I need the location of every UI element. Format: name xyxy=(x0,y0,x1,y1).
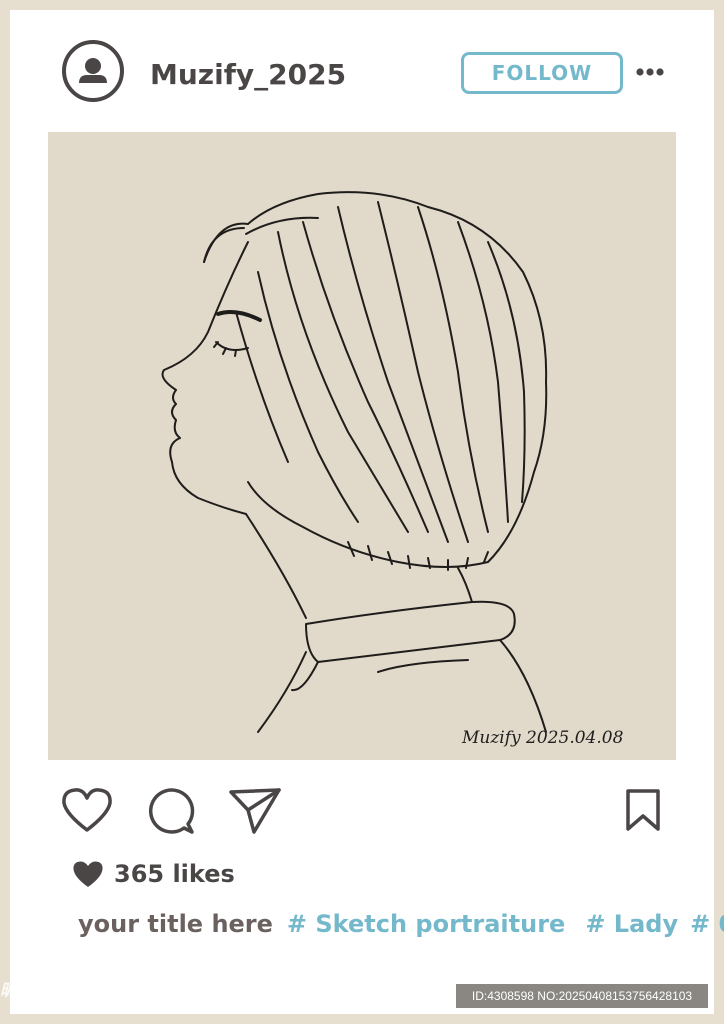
site-watermark: 昵享网 www.nipic.cn xyxy=(0,981,185,1001)
caption: your title here # Sketch portraiture # L… xyxy=(78,910,724,938)
hashtag[interactable]: # 04 xyxy=(690,910,724,938)
hashtag[interactable]: # Sketch portraiture xyxy=(287,910,565,938)
username[interactable]: Muzify_2025 xyxy=(150,58,346,91)
hashtag[interactable]: # Lady xyxy=(585,910,678,938)
likes-count[interactable]: 365 likes xyxy=(114,860,235,888)
comment-icon[interactable] xyxy=(146,786,196,836)
avatar[interactable] xyxy=(62,40,124,102)
id-watermark: ID:4308598 NO:20250408153756428103 xyxy=(456,984,708,1008)
sketch-portrait-image xyxy=(161,191,548,733)
send-icon[interactable] xyxy=(228,786,282,836)
follow-button[interactable]: FOLLOW xyxy=(461,52,623,94)
user-icon xyxy=(79,58,107,83)
artist-signature: Muzify 2025.04.08 xyxy=(462,728,624,748)
caption-title: your title here xyxy=(78,910,273,938)
heart-outline-icon[interactable] xyxy=(60,786,114,834)
heart-filled-icon xyxy=(73,861,103,887)
post-image[interactable]: Muzify 2025.04.08 xyxy=(48,132,676,760)
likes-row: 365 likes xyxy=(72,860,235,888)
post-card: Muzify_2025 FOLLOW Muzify 2025.04.08 365… xyxy=(10,10,724,1014)
bookmark-icon[interactable] xyxy=(624,788,662,832)
more-dots-icon[interactable] xyxy=(634,62,666,82)
